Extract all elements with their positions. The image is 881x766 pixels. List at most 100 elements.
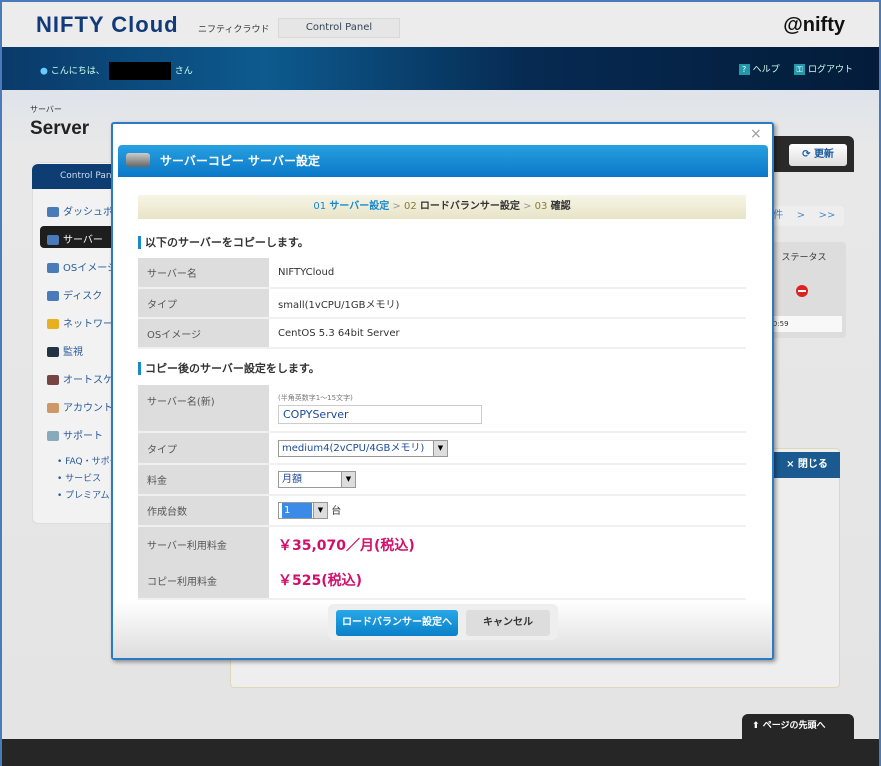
sidebar-label: OSイメージ — [63, 263, 118, 274]
table-row: コピー利用料金 ￥525(税込) — [138, 562, 746, 600]
users-icon — [47, 403, 59, 413]
row-value: CentOS 5.3 64bit Server — [269, 318, 746, 349]
control-panel-label: Control Panel — [278, 18, 400, 38]
source-server-table: サーバー名 NIFTYCloud タイプ small(1vCPU/1GBメモリ) O… — [138, 258, 746, 349]
source-section-title: 以下のサーバーをコピーします。 — [138, 236, 309, 249]
server-icon — [126, 153, 150, 167]
redacted-username — [108, 62, 171, 80]
nav-links: ? ヘルプ ⚿ ログアウト — [738, 62, 853, 75]
chevron-down-icon: ▼ — [341, 472, 355, 487]
pager-last[interactable]: >> — [814, 206, 840, 226]
help-link[interactable]: ? ヘルプ — [738, 64, 780, 75]
close-panel-button[interactable]: × 閉じる — [774, 452, 840, 478]
count-select[interactable]: 1 ▼ — [278, 502, 328, 520]
billing-select[interactable]: 月額 ▼ — [278, 471, 356, 488]
step-separator: > — [392, 201, 401, 212]
sidebar-sub-premium[interactable]: • プレミアム — [57, 488, 117, 501]
server-name-input[interactable]: COPYServer — [278, 404, 482, 424]
sidebar-label: アカウント — [63, 403, 113, 414]
brand-logo[interactable]: @nifty — [783, 14, 845, 37]
status-header: ステータス — [781, 253, 827, 263]
table-row: タイプ small(1vCPU/1GBメモリ) — [138, 288, 746, 319]
sidebar-sub-service[interactable]: • サービス — [57, 471, 117, 484]
help-icon: ? — [738, 64, 750, 75]
pager: 6件 > >> — [762, 206, 844, 226]
row-label: OSイメージ — [138, 318, 269, 349]
table-row: 料金 月額 ▼ — [138, 464, 746, 496]
help-label: ヘルプ — [752, 65, 780, 75]
next-load-balancer-button[interactable]: ロードバランサー設定へ — [336, 610, 458, 636]
row-label: サーバー利用料金 — [138, 526, 269, 562]
type-select[interactable]: medium4(2vCPU/4GBメモリ) ▼ — [278, 439, 448, 457]
monitor-icon — [47, 263, 59, 273]
table-row: サーバー名 NIFTYCloud — [138, 258, 746, 289]
row-value: NIFTYCloud — [269, 258, 746, 289]
server-fee: ￥35,070／月(税込) — [278, 537, 415, 554]
wizard-steps: 01 サーバー設定 > 02 ロードバランサー設定 > 03 確認 — [138, 195, 746, 219]
sidebar-header: Control Panel — [32, 164, 122, 189]
user-icon: ● — [40, 66, 48, 77]
time-cell: :30:59 — [766, 316, 842, 332]
close-icon[interactable]: × — [750, 126, 762, 142]
table-row: サーバー利用料金 ￥35,070／月(税込) — [138, 526, 746, 562]
footer — [2, 739, 879, 766]
greeting-prefix: こんにちは、 — [50, 66, 105, 77]
row-value: small(1vCPU/1GBメモリ) — [269, 288, 746, 319]
breadcrumb: サーバー — [30, 105, 62, 114]
billing-value: 月額 — [282, 474, 302, 485]
target-section-title: コピー後のサーバー設定をします。 — [138, 362, 320, 375]
logout-link[interactable]: ⚿ ログアウト — [793, 64, 853, 75]
greeting: ● こんにちは、 さん — [40, 62, 193, 80]
sidebar-label: ディスク — [63, 291, 103, 302]
count-unit: 台 — [331, 505, 342, 517]
copy-settings-table: サーバー名(新) (半角英数字1～15文字) COPYServer タイプ mediu… — [138, 385, 746, 600]
cancel-button[interactable]: キャンセル — [466, 610, 550, 636]
table-row: 作成台数 1 ▼ 台 — [138, 495, 746, 527]
chevron-down-icon: ▼ — [433, 440, 447, 456]
refresh-label: 更新 — [813, 149, 834, 160]
sidebar-sub-label: サービス — [65, 474, 102, 484]
step-3: 03 確認 — [534, 201, 571, 212]
key-icon: ⚿ — [793, 64, 805, 75]
step-separator: > — [523, 201, 532, 212]
row-label: 作成台数 — [138, 495, 269, 527]
autoscale-icon — [47, 375, 59, 385]
pager-next[interactable]: > — [788, 206, 814, 226]
name-hint: (半角英数字1～15文字) — [278, 393, 353, 402]
dialog-title: サーバーコピー サーバー設定 — [118, 145, 768, 177]
nav-bar: ● こんにちは、 さん ? ヘルプ ⚿ ログアウト — [2, 47, 879, 90]
sidebar-label: サポート — [63, 431, 103, 442]
table-row: サーバー名(新) (半角英数字1～15文字) COPYServer — [138, 385, 746, 433]
step-1: 01 サーバー設定 — [313, 201, 390, 212]
logo[interactable]: NIFTY Cloud — [36, 12, 179, 38]
row-label: タイプ — [138, 432, 269, 465]
page-title: Server — [30, 118, 90, 139]
support-icon — [47, 431, 59, 441]
arrow-up-icon: ⬆ — [752, 721, 760, 731]
page-top-label: ページの先頭へ — [762, 721, 826, 731]
logout-label: ログアウト — [807, 65, 853, 75]
sidebar-label: 監視 — [63, 347, 83, 358]
dashboard-icon — [47, 207, 59, 217]
sidebar-label: サーバー — [63, 235, 103, 246]
refresh-button[interactable]: ⟳ 更新 — [789, 144, 847, 166]
step-2: 02 ロードバランサー設定 — [403, 201, 520, 212]
row-label: 料金 — [138, 464, 269, 496]
logo-subtitle: ニフティクラウド — [198, 25, 270, 35]
lock-icon — [47, 319, 59, 329]
sidebar-sub-label: FAQ・サポート — [65, 457, 117, 467]
sidebar-sub-faq[interactable]: • FAQ・サポート — [57, 454, 117, 467]
sidebar-sub-label: プレミアム — [65, 491, 110, 501]
table-row: OSイメージ CentOS 5.3 64bit Server — [138, 318, 746, 349]
row-label: コピー利用料金 — [138, 562, 269, 600]
binoculars-icon — [47, 347, 59, 357]
page-top-button[interactable]: ⬆ ページの先頭へ — [742, 714, 854, 739]
greeting-suffix: さん — [174, 66, 193, 77]
row-label: タイプ — [138, 288, 269, 319]
row-label: サーバー名 — [138, 258, 269, 289]
server-icon — [47, 235, 59, 245]
row-label: サーバー名(新) — [138, 385, 269, 433]
copy-fee: ￥525(税込) — [278, 573, 363, 589]
stopped-status-icon — [796, 285, 808, 297]
type-value: medium4(2vCPU/4GBメモリ) — [282, 442, 425, 454]
